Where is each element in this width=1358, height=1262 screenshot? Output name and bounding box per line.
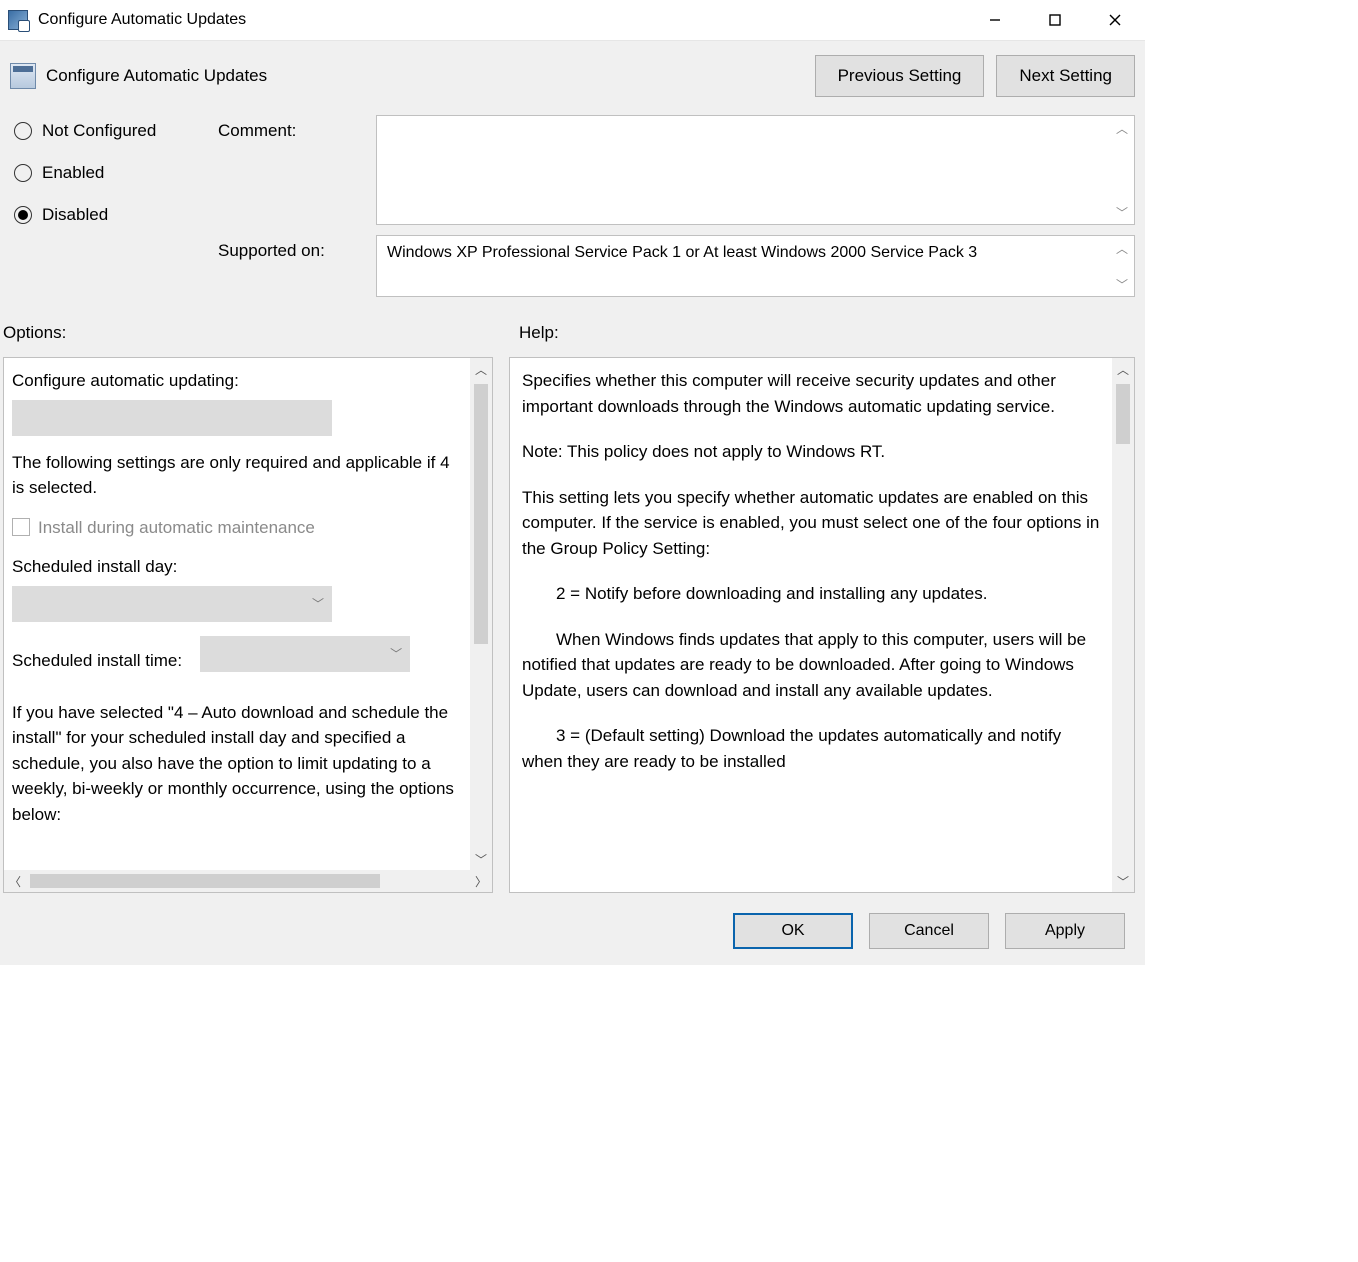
state-area: Not Configured Enabled Disabled Comment:… <box>0 107 1145 311</box>
help-label: Help: <box>519 323 559 343</box>
help-paragraph: 2 = Notify before downloading and instal… <box>522 581 1100 607</box>
policy-title: Configure Automatic Updates <box>46 66 267 86</box>
options-vscroll[interactable]: ︿ ﹀ <box>470 358 492 870</box>
configure-updating-label: Configure automatic updating: <box>12 368 462 394</box>
scroll-thumb[interactable] <box>30 874 380 888</box>
help-paragraph: This setting lets you specify whether au… <box>522 485 1100 562</box>
header: Configure Automatic Updates Previous Set… <box>0 40 1145 107</box>
options-content: Configure automatic updating: The follow… <box>4 358 470 870</box>
radio-not-configured[interactable]: Not Configured <box>14 121 210 141</box>
install-during-maintenance-checkbox: Install during automatic maintenance <box>12 515 462 541</box>
scheduled-install-day-label: Scheduled install day: <box>12 554 462 580</box>
comment-scroll: ︿ ﹀ <box>1114 120 1130 220</box>
scroll-up-icon[interactable]: ︿ <box>1112 358 1134 380</box>
options-hscroll[interactable]: 〈 〉 <box>4 870 492 892</box>
radio-enabled[interactable]: Enabled <box>14 163 210 183</box>
state-radios: Not Configured Enabled Disabled <box>10 115 210 297</box>
titlebar: Configure Automatic Updates <box>0 0 1145 40</box>
help-pane: Specifies whether this computer will rec… <box>509 357 1135 893</box>
scroll-left-icon[interactable]: 〈 <box>4 870 26 892</box>
scroll-up-icon[interactable]: ︿ <box>1114 240 1130 256</box>
radio-label: Enabled <box>42 163 104 183</box>
help-paragraph: 3 = (Default setting) Download the updat… <box>522 723 1100 774</box>
radio-label: Disabled <box>42 205 108 225</box>
supported-label: Supported on: <box>218 235 368 297</box>
options-label: Options: <box>3 323 519 343</box>
scroll-down-icon[interactable]: ﹀ <box>1114 204 1130 220</box>
scroll-up-icon[interactable]: ︿ <box>1114 120 1130 136</box>
scheduled-install-time-label: Scheduled install time: <box>12 648 182 674</box>
ok-button[interactable]: OK <box>733 913 853 949</box>
scroll-down-icon[interactable]: ﹀ <box>1112 870 1134 892</box>
supported-field: Windows XP Professional Service Pack 1 o… <box>376 235 1135 297</box>
scheduled-install-time-select: ﹀ <box>200 636 410 672</box>
scroll-up-icon[interactable]: ︿ <box>470 358 492 380</box>
supported-scroll: ︿ ﹀ <box>1114 240 1130 292</box>
radio-icon <box>14 206 32 224</box>
help-paragraph: When Windows finds updates that apply to… <box>522 627 1100 704</box>
options-pane: Configure automatic updating: The follow… <box>3 357 493 893</box>
scroll-down-icon[interactable]: ﹀ <box>1114 276 1130 292</box>
scroll-right-icon[interactable]: 〉 <box>470 870 492 892</box>
supported-value: Windows XP Professional Service Pack 1 o… <box>387 244 977 261</box>
help-paragraph: Specifies whether this computer will rec… <box>522 368 1100 419</box>
dialog-window: Configure Automatic Updates Configure Au… <box>0 0 1145 965</box>
chevron-down-icon: ﹀ <box>312 595 324 613</box>
comment-label: Comment: <box>218 115 368 225</box>
radio-icon <box>14 164 32 182</box>
scheduled-install-day-select: ﹀ <box>12 586 332 622</box>
options-note-1: The following settings are only required… <box>12 450 462 501</box>
maximize-button[interactable] <box>1025 0 1085 40</box>
minimize-button[interactable] <box>965 0 1025 40</box>
chevron-down-icon: ﹀ <box>390 645 402 663</box>
scroll-down-icon[interactable]: ﹀ <box>470 848 492 870</box>
radio-disabled[interactable]: Disabled <box>14 205 210 225</box>
window-title: Configure Automatic Updates <box>38 11 965 29</box>
previous-setting-button[interactable]: Previous Setting <box>815 55 985 97</box>
scroll-thumb[interactable] <box>1116 384 1130 444</box>
cancel-button[interactable]: Cancel <box>869 913 989 949</box>
next-setting-button[interactable]: Next Setting <box>996 55 1135 97</box>
policy-icon <box>10 63 36 89</box>
help-content: Specifies whether this computer will rec… <box>510 358 1112 892</box>
help-paragraph: Note: This policy does not apply to Wind… <box>522 439 1100 465</box>
app-icon <box>8 10 28 30</box>
configure-updating-select <box>12 400 332 436</box>
footer: OK Cancel Apply <box>0 905 1145 965</box>
options-note-2: If you have selected "4 – Auto download … <box>12 700 462 828</box>
checkbox-icon <box>12 518 30 536</box>
radio-icon <box>14 122 32 140</box>
radio-label: Not Configured <box>42 121 156 141</box>
apply-button[interactable]: Apply <box>1005 913 1125 949</box>
help-vscroll[interactable]: ︿ ﹀ <box>1112 358 1134 892</box>
comment-field[interactable]: ︿ ﹀ <box>376 115 1135 225</box>
scroll-thumb[interactable] <box>474 384 488 644</box>
section-labels: Options: Help: <box>0 311 1145 357</box>
checkbox-label: Install during automatic maintenance <box>38 515 315 541</box>
close-button[interactable] <box>1085 0 1145 40</box>
window-controls <box>965 0 1145 40</box>
panes: Configure automatic updating: The follow… <box>0 357 1145 905</box>
